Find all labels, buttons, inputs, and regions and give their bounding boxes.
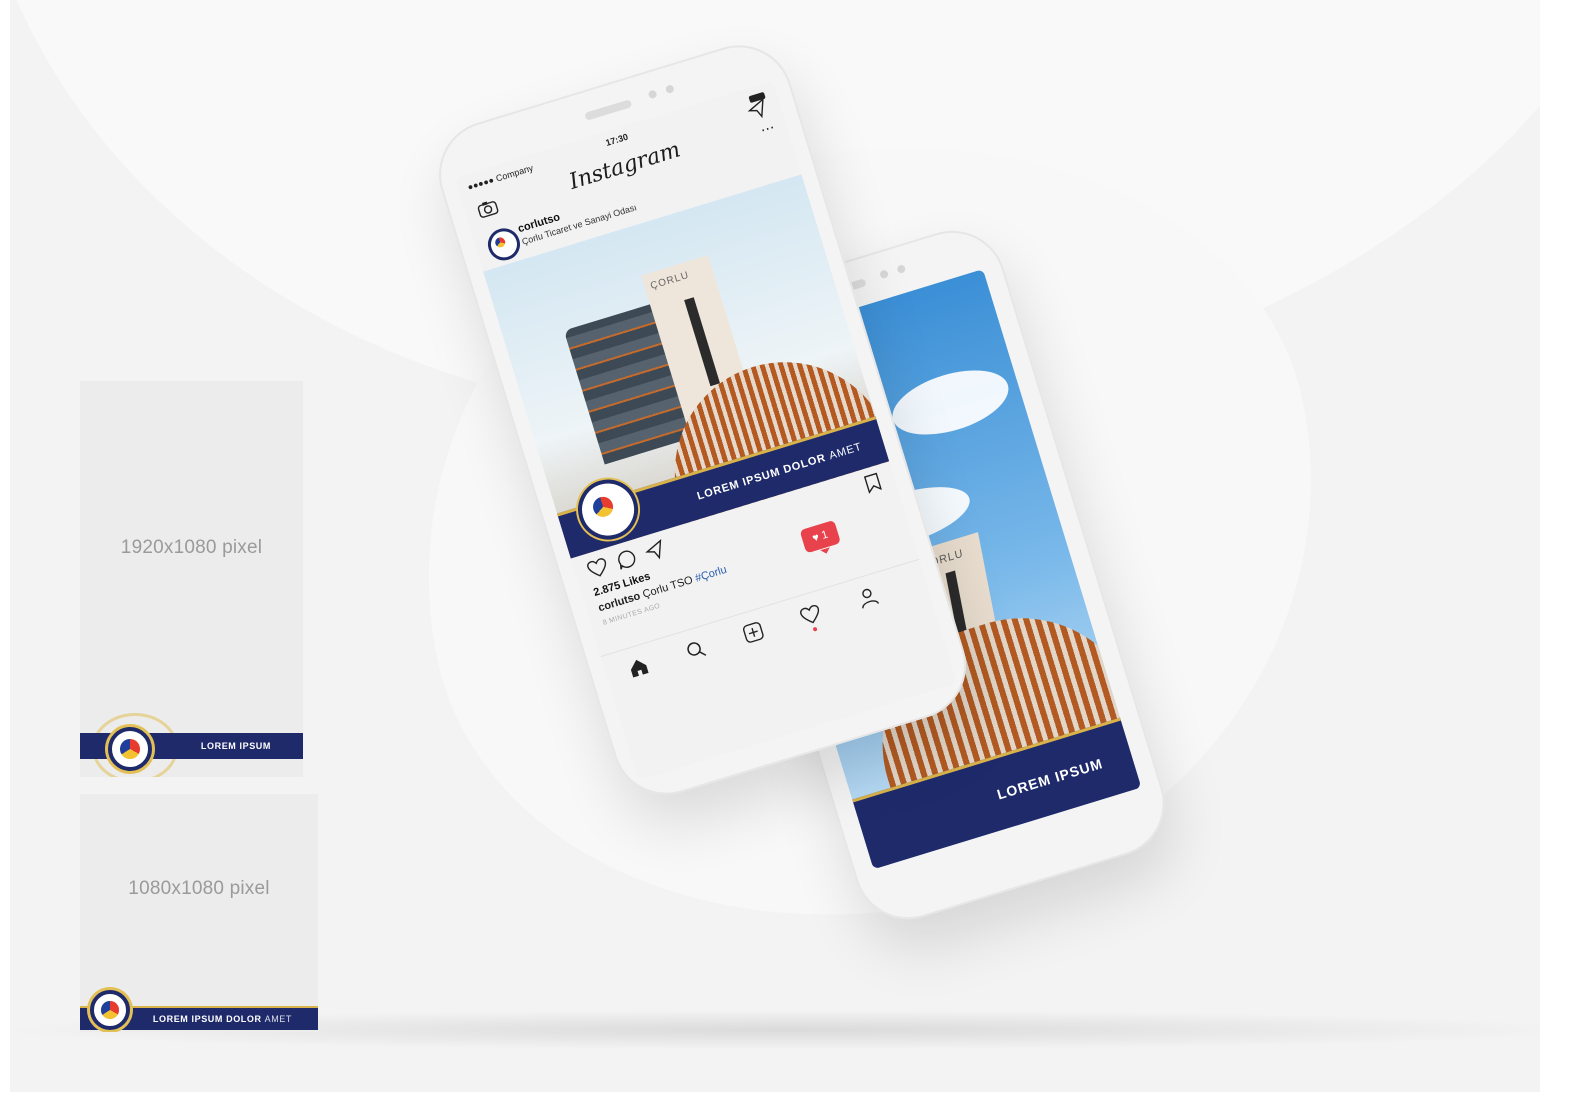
comment-icon[interactable]: [613, 546, 640, 573]
phone-camera: [647, 89, 658, 100]
more-icon[interactable]: ⋯: [759, 119, 777, 139]
story-template-card: 1920x1080 pixel LOREM IPSUM: [80, 381, 303, 777]
square-band-text: LOREM IPSUM DOLOR: [152, 1014, 262, 1024]
search-icon[interactable]: [682, 636, 709, 663]
caption-hashtag[interactable]: #Çorlu: [694, 564, 728, 585]
phone-sensor: [664, 84, 675, 95]
like-notification-badge[interactable]: ♥ 1: [799, 519, 841, 554]
post-band-suffix: AMET: [827, 440, 864, 463]
activity-dot: [812, 626, 818, 632]
chamber-emblem-logo: [108, 727, 152, 771]
square-size-label: 1080x1080 pixel: [128, 878, 270, 899]
phone-speaker: [583, 99, 632, 121]
home-icon[interactable]: [625, 654, 652, 681]
activity-heart-icon[interactable]: [797, 601, 824, 628]
notification-heart-icon: ♥: [811, 531, 821, 545]
status-time: 17:30: [604, 131, 630, 148]
camera-icon[interactable]: [475, 197, 501, 221]
heart-icon[interactable]: [584, 554, 611, 581]
bookmark-icon[interactable]: [862, 471, 883, 495]
story-size-label: 1920x1080 pixel: [120, 537, 263, 558]
notification-count: 1: [820, 528, 830, 542]
phone-sensor: [896, 264, 907, 275]
story-phone-band-text: LOREM IPSUM: [995, 755, 1105, 803]
add-icon[interactable]: [740, 619, 767, 646]
profile-icon[interactable]: [854, 584, 881, 611]
chamber-emblem-logo: [90, 990, 130, 1030]
square-band-suffix: AMET: [264, 1014, 292, 1024]
phone-camera: [879, 269, 890, 280]
story-band-text: LOREM IPSUM: [200, 741, 271, 751]
share-icon[interactable]: [641, 537, 668, 564]
square-template-card: 1080x1080 pixel LOREM IPSUM DOLOR AMET: [80, 794, 318, 1032]
post-tower-name: ÇORLU: [649, 269, 691, 293]
